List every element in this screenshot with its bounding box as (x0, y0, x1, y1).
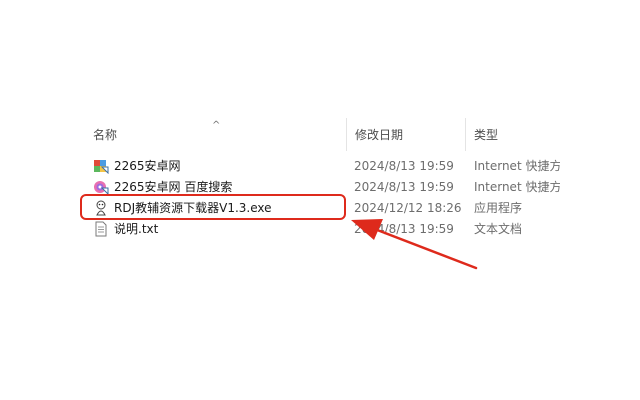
arrow-head (351, 219, 383, 240)
arrow-shaft (370, 226, 478, 270)
annotation-arrow (351, 219, 478, 270)
file-explorer-view: 名称 ^ 修改日期 类型 2265安卓网 2024/8/13 19:59 Int… (0, 0, 640, 400)
